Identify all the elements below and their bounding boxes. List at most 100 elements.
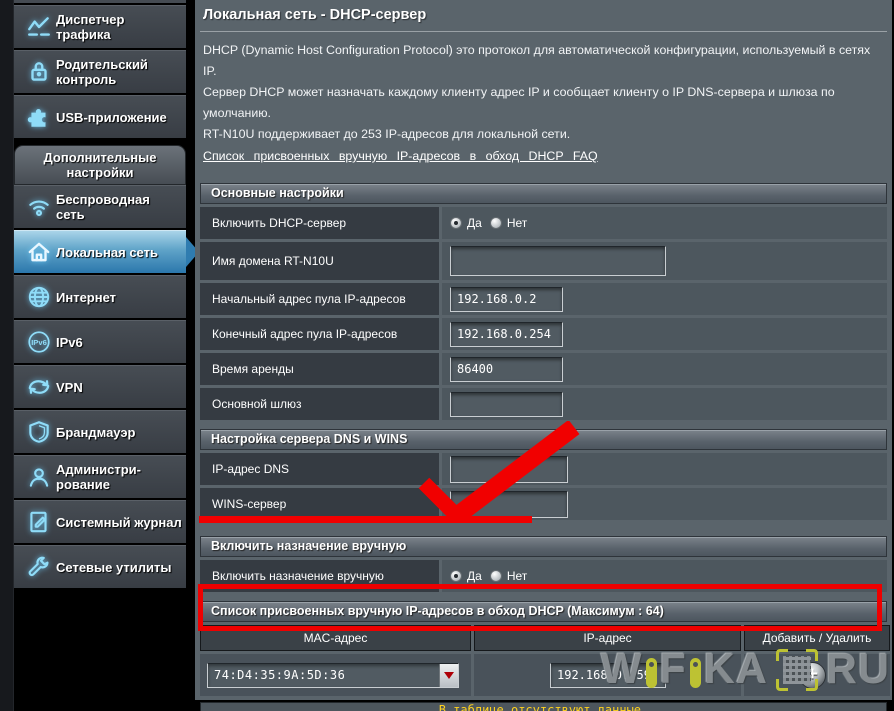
field-label: IP-адрес DNS	[200, 453, 439, 485]
svg-text:IPv6: IPv6	[31, 338, 47, 347]
sidebar-item-label: Администри-рование	[56, 462, 182, 492]
mac-cell: 74:D4:35:9A:5D:36	[200, 654, 471, 696]
field-value: Да Нет	[442, 560, 887, 592]
vpn-icon	[22, 374, 56, 400]
field-label: Включить назначение вручную	[200, 560, 439, 592]
puzzle-icon	[22, 104, 56, 130]
watermark-text: W	[601, 645, 643, 694]
sidebar-item-usb-application[interactable]: USB-приложение	[14, 95, 186, 138]
page-title: Локальная сеть - DHCP-сервер	[203, 7, 887, 23]
sidebar-item-label: Локальная сеть	[56, 245, 158, 260]
sidebar-item-label: Беспроводная сеть	[56, 192, 182, 222]
sidebar-item-ipv6[interactable]: IPv6 IPv6	[14, 320, 186, 363]
sidebar-item-label: IPv6	[56, 335, 83, 350]
form-row-pool-start: Начальный адрес пула IP-адресов	[200, 283, 887, 315]
description-line: DHCP (Dynamic Host Configuration Protoco…	[203, 40, 887, 82]
pool-end-input[interactable]	[450, 322, 563, 347]
watermark-wifika-ru: W F KA RU	[601, 645, 890, 694]
column-header-mac: MAC-адрес	[200, 625, 471, 651]
description-line: RT-N10U поддерживает до 253 IP-адресов д…	[203, 124, 887, 145]
field-label: Основной шлюз	[200, 388, 439, 420]
section-header-basic: Основные настройки	[200, 183, 887, 204]
admin-user-icon	[22, 464, 56, 490]
field-label: WINS-сервер	[200, 488, 439, 520]
field-value	[442, 388, 887, 420]
section-header-dns-wins: Настройка сервера DNS и WINS	[200, 429, 887, 450]
faq-link[interactable]: Список присвоенных вручную IP-адресов в …	[203, 146, 598, 167]
lock-icon	[22, 59, 56, 85]
sidebar-item-internet[interactable]: Интернет	[14, 275, 186, 318]
wins-server-input[interactable]	[450, 491, 568, 518]
form-row-dns: IP-адрес DNS	[200, 453, 887, 485]
main-content: Локальная сеть - DHCP-сервер DHCP (Dynam…	[195, 0, 892, 700]
form-row-pool-end: Конечный адрес пула IP-адресов	[200, 318, 887, 350]
home-icon	[22, 239, 56, 265]
ipv6-icon: IPv6	[22, 329, 56, 355]
traffic-chart-icon	[22, 14, 56, 40]
field-value	[442, 453, 887, 485]
system-log-icon	[22, 509, 56, 535]
sidebar-item-label: Родительский контроль	[56, 57, 182, 87]
radio-label: Да	[467, 216, 482, 230]
sidebar-item-vpn[interactable]: VPN	[14, 365, 186, 408]
sidebar-item-parental-control[interactable]: Родительский контроль	[14, 50, 186, 93]
pool-start-input[interactable]	[450, 287, 563, 312]
page-description: DHCP (Dynamic Host Configuration Protoco…	[200, 40, 887, 145]
sidebar-item-traffic-manager[interactable]: Диспетчер трафика	[14, 5, 186, 48]
mac-select-value: 74:D4:35:9A:5D:36	[208, 664, 439, 687]
lease-time-input[interactable]	[450, 357, 563, 382]
form-row-wins: WINS-сервер	[200, 488, 887, 520]
watermark-text: KA	[704, 645, 768, 694]
form-row-domain: Имя домена RT-N10U	[200, 242, 887, 280]
sidebar-item-label: Диспетчер трафика	[56, 12, 182, 42]
field-value: Да Нет	[442, 207, 887, 239]
field-value	[442, 353, 887, 385]
sidebar-item-label: Интернет	[56, 290, 116, 305]
title-divider	[200, 31, 887, 32]
watermark-dot-icon	[690, 658, 701, 688]
sidebar: Диспетчер трафика Родительский контроль …	[14, 0, 186, 590]
field-label: Конечный адрес пула IP-адресов	[200, 318, 439, 350]
mac-address-select[interactable]: 74:D4:35:9A:5D:36	[207, 663, 459, 688]
watermark-text: RU	[826, 645, 890, 694]
sidebar-item-system-log[interactable]: Системный журнал	[14, 500, 186, 543]
sidebar-item-label: Брандмауэр	[56, 425, 135, 440]
sidebar-item-wireless[interactable]: Беспроводная сеть	[14, 185, 186, 228]
radio-manual-no[interactable]	[490, 570, 502, 582]
shield-icon	[22, 419, 56, 445]
sidebar-item-network-tools[interactable]: Сетевые утилиты	[14, 545, 186, 588]
sidebar-item-label: Сетевые утилиты	[56, 560, 171, 575]
radio-dhcp-yes[interactable]	[450, 217, 462, 229]
radio-manual-yes[interactable]	[450, 570, 462, 582]
dropdown-arrow-icon[interactable]	[439, 664, 458, 687]
domain-name-input[interactable]	[450, 246, 666, 276]
field-label: Начальный адрес пула IP-адресов	[200, 283, 439, 315]
description-line: Сервер DHCP может назначать каждому клие…	[203, 82, 887, 124]
dns-ip-input[interactable]	[450, 456, 568, 483]
radio-dhcp-no[interactable]	[490, 217, 502, 229]
globe-icon	[22, 284, 56, 310]
field-label: Время аренды	[200, 353, 439, 385]
advanced-settings-header: Дополнительные настройки	[14, 145, 186, 185]
wifi-icon	[22, 194, 56, 220]
radio-label: Нет	[507, 216, 527, 230]
radio-label: Нет	[507, 569, 527, 583]
sidebar-item-administration[interactable]: Администри-рование	[14, 455, 186, 498]
field-value	[442, 488, 887, 520]
form-row-dhcp-enable: Включить DHCP-сервер Да Нет	[200, 207, 887, 239]
sidebar-top-sliver	[14, 0, 186, 3]
wrench-icon	[22, 554, 56, 580]
qr-code-icon	[776, 649, 818, 691]
watermark-dot-icon	[646, 658, 657, 688]
section-header-manual: Включить назначение вручную	[200, 536, 887, 557]
form-row-lease-time: Время аренды	[200, 353, 887, 385]
watermark-text: F	[660, 645, 687, 694]
sidebar-item-firewall[interactable]: Брандмауэр	[14, 410, 186, 453]
field-value	[442, 242, 887, 280]
field-value	[442, 318, 887, 350]
sidebar-item-lan-active[interactable]: Локальная сеть	[14, 230, 186, 273]
field-label: Включить DHCP-сервер	[200, 207, 439, 239]
sidebar-item-label: USB-приложение	[56, 110, 167, 125]
field-value	[442, 283, 887, 315]
gateway-input[interactable]	[450, 392, 563, 417]
